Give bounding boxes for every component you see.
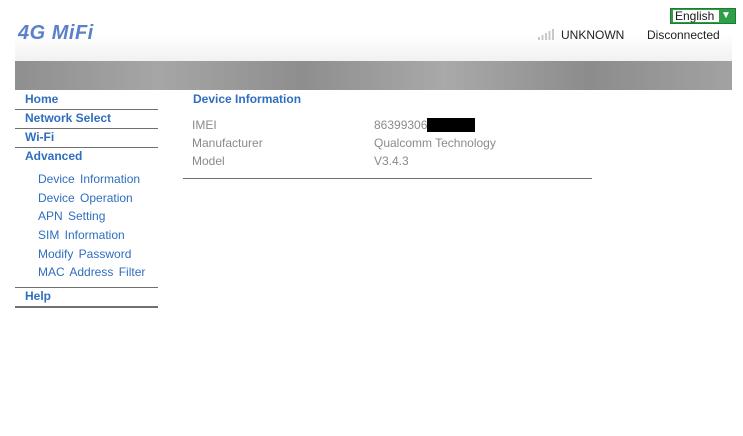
advanced-submenu: Device Information Device Operation APN …: [15, 166, 158, 289]
divider: [183, 178, 592, 179]
language-selected-value: English: [673, 10, 719, 22]
signal-bars-icon: [538, 29, 554, 40]
submenu-device-information[interactable]: Device Information: [15, 170, 158, 189]
imei-value: 86399306: [374, 117, 476, 133]
header: [15, 0, 732, 61]
device-info-table: IMEI 86399306 Manufacturer Qualcomm Tech…: [192, 117, 592, 171]
sidebar-item-advanced[interactable]: Advanced: [15, 148, 158, 166]
manufacturer-label: Manufacturer: [192, 136, 263, 150]
banner-bar: [15, 61, 732, 90]
imei-label: IMEI: [192, 118, 217, 132]
sidebar-item-help[interactable]: Help: [15, 288, 158, 309]
sidebar-item-wifi[interactable]: Wi-Fi: [15, 129, 158, 148]
sidebar-nav: Home Network Select Wi-Fi Advanced Devic…: [15, 91, 158, 309]
table-row: Manufacturer Qualcomm Technology: [192, 135, 592, 153]
redaction-block: [427, 118, 476, 132]
submenu-device-operation[interactable]: Device Operation: [15, 189, 158, 208]
table-row: IMEI 86399306: [192, 117, 592, 135]
submenu-apn-setting[interactable]: APN Setting: [15, 207, 158, 226]
connection-status: Disconnected: [647, 28, 720, 42]
sidebar-item-network-select[interactable]: Network Select: [15, 110, 158, 129]
chevron-down-icon: ▼: [721, 10, 731, 21]
imei-value-text: 86399306: [374, 118, 428, 132]
language-select[interactable]: English ▼: [670, 8, 736, 24]
submenu-modify-password[interactable]: Modify Password: [15, 245, 158, 264]
table-row: Model V3.4.3: [192, 153, 592, 171]
network-type: UNKNOWN: [561, 28, 625, 42]
logo: 4G MiFi: [18, 22, 94, 44]
page-title: Device Information: [193, 92, 302, 106]
manufacturer-value: Qualcomm Technology: [374, 136, 496, 150]
submenu-mac-address-filter[interactable]: MAC Address Filter: [15, 263, 158, 282]
submenu-sim-information[interactable]: SIM Information: [15, 226, 158, 245]
sidebar-item-home[interactable]: Home: [15, 91, 158, 110]
model-value: V3.4.3: [374, 154, 409, 168]
model-label: Model: [192, 154, 225, 168]
